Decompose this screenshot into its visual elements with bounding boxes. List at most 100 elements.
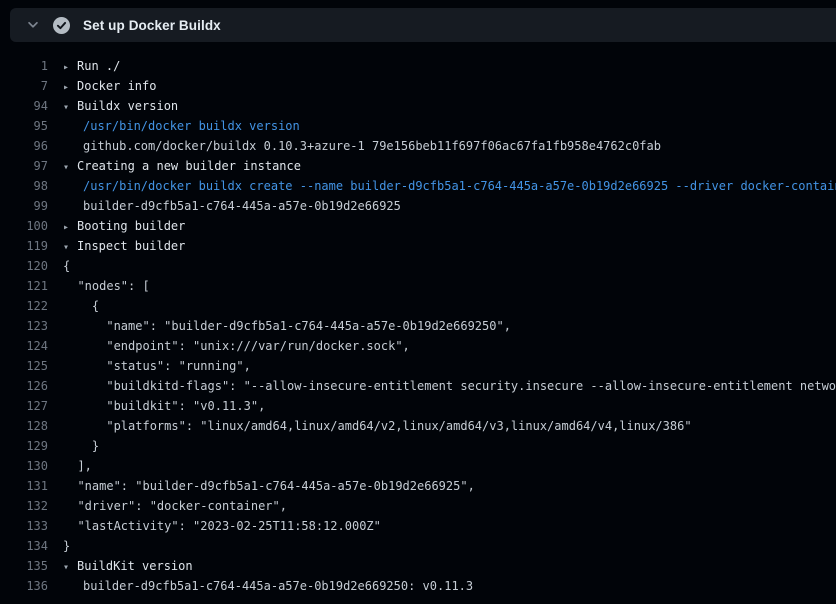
log-row: 124 "endpoint": "unix:///var/run/docker.… — [0, 336, 836, 356]
line-number[interactable]: 126 — [0, 376, 48, 396]
log-group-row[interactable]: 97 ▾ Creating a new builder instance — [0, 156, 836, 176]
log-row: 130 ], — [0, 456, 836, 476]
log-row: 133 "lastActivity": "2023-02-25T11:58:12… — [0, 516, 836, 536]
log-row: 121 "nodes": [ — [0, 276, 836, 296]
log-row: 128 "platforms": "linux/amd64,linux/amd6… — [0, 416, 836, 436]
disclosure-expanded-icon: ▾ — [63, 558, 71, 578]
log-text: { — [63, 256, 70, 276]
log-text: ▸ Booting builder — [63, 216, 185, 236]
disclosure-collapsed-icon: ▸ — [63, 218, 71, 238]
line-number[interactable]: 120 — [0, 256, 48, 276]
log-row: 126 "buildkitd-flags": "--allow-insecure… — [0, 376, 836, 396]
log-row: 125 "status": "running", — [0, 356, 836, 376]
log-text: "name": "builder-d9cfb5a1-c764-445a-a57e… — [63, 316, 511, 336]
step-title: Set up Docker Buildx — [83, 18, 221, 33]
log-text: builder-d9cfb5a1-c764-445a-a57e-0b19d2e6… — [63, 196, 401, 216]
log-text: { — [63, 296, 99, 316]
line-number[interactable]: 131 — [0, 476, 48, 496]
log-group-row[interactable]: 94 ▾ Buildx version — [0, 96, 836, 116]
log-container: 1 ▸ Run ./ 7 ▸ Docker info 94 ▾ Buildx version 95… — [0, 56, 836, 596]
log-row: 123 "name": "builder-d9cfb5a1-c764-445a-… — [0, 316, 836, 336]
log-text: } — [63, 436, 99, 456]
log-text: ▾ Creating a new builder instance — [63, 156, 301, 176]
line-number[interactable]: 129 — [0, 436, 48, 456]
disclosure-expanded-icon: ▾ — [63, 158, 71, 178]
disclosure-expanded-icon: ▾ — [63, 98, 71, 118]
log-text: ], — [63, 456, 92, 476]
line-number[interactable]: 132 — [0, 496, 48, 516]
line-number[interactable]: 97 — [0, 156, 48, 176]
line-number[interactable]: 133 — [0, 516, 48, 536]
line-number[interactable]: 119 — [0, 236, 48, 256]
command-text: /usr/bin/docker buildx version — [63, 116, 300, 136]
line-number[interactable]: 130 — [0, 456, 48, 476]
group-label: Buildx version — [77, 99, 178, 113]
line-number[interactable]: 95 — [0, 116, 48, 136]
line-number[interactable]: 98 — [0, 176, 48, 196]
log-row: 134} — [0, 536, 836, 556]
log-text: "lastActivity": "2023-02-25T11:58:12.000… — [63, 516, 381, 536]
check-circle-icon — [53, 17, 70, 34]
log-text: ▾ BuildKit version — [63, 556, 193, 576]
log-group-row[interactable]: 135 ▾ BuildKit version — [0, 556, 836, 576]
line-number[interactable]: 128 — [0, 416, 48, 436]
step-header[interactable]: Set up Docker Buildx — [10, 8, 836, 42]
log-text: ▾ Buildx version — [63, 96, 178, 116]
log-text: "status": "running", — [63, 356, 251, 376]
disclosure-collapsed-icon: ▸ — [63, 78, 71, 98]
log-group-row[interactable]: 119 ▾ Inspect builder — [0, 236, 836, 256]
log-row: 132 "driver": "docker-container", — [0, 496, 836, 516]
line-number[interactable]: 122 — [0, 296, 48, 316]
command-text: /usr/bin/docker buildx create --name bui… — [63, 176, 836, 196]
disclosure-collapsed-icon: ▸ — [63, 58, 71, 78]
line-number[interactable]: 96 — [0, 136, 48, 156]
line-number[interactable]: 121 — [0, 276, 48, 296]
log-group-row[interactable]: 100 ▸ Booting builder — [0, 216, 836, 236]
line-number[interactable]: 134 — [0, 536, 48, 556]
log-text: "driver": "docker-container", — [63, 496, 287, 516]
log-text: ▸ Docker info — [63, 76, 156, 96]
log-text: "buildkit": "v0.11.3", — [63, 396, 265, 416]
log-row: 95/usr/bin/docker buildx version — [0, 116, 836, 136]
line-number[interactable]: 7 — [0, 76, 48, 96]
disclosure-expanded-icon: ▾ — [63, 238, 71, 258]
log-row: 96 github.com/docker/buildx 0.10.3+azure-… — [0, 136, 836, 156]
line-number[interactable]: 123 — [0, 316, 48, 336]
log-text: } — [63, 536, 70, 556]
group-label: Creating a new builder instance — [77, 159, 301, 173]
group-label: Inspect builder — [77, 239, 185, 253]
log-row: 122 { — [0, 296, 836, 316]
log-text: builder-d9cfb5a1-c764-445a-a57e-0b19d2e6… — [63, 576, 473, 596]
log-row: 120 { — [0, 256, 836, 276]
log-text: ▸ Run ./ — [63, 56, 120, 76]
log-row: 127 "buildkit": "v0.11.3", — [0, 396, 836, 416]
log-row: 131 "name": "builder-d9cfb5a1-c764-445a-… — [0, 476, 836, 496]
group-label: Docker info — [77, 79, 156, 93]
line-number[interactable]: 136 — [0, 576, 48, 596]
log-row: 98/usr/bin/docker buildx create --name b… — [0, 176, 836, 196]
chevron-down-icon[interactable] — [26, 18, 40, 32]
line-number[interactable]: 94 — [0, 96, 48, 116]
log-row: 99 builder-d9cfb5a1-c764-445a-a57e-0b19d2… — [0, 196, 836, 216]
log-text: ▾ Inspect builder — [63, 236, 185, 256]
log-text: "endpoint": "unix:///var/run/docker.sock… — [63, 336, 410, 356]
group-label: Booting builder — [77, 219, 185, 233]
line-number[interactable]: 125 — [0, 356, 48, 376]
group-label: BuildKit version — [77, 559, 193, 573]
line-number[interactable]: 127 — [0, 396, 48, 416]
log-text: "buildkitd-flags": "--allow-insecure-ent… — [63, 376, 836, 396]
log-text: "platforms": "linux/amd64,linux/amd64/v2… — [63, 416, 692, 436]
line-number[interactable]: 99 — [0, 196, 48, 216]
line-number[interactable]: 124 — [0, 336, 48, 356]
log-text: "name": "builder-d9cfb5a1-c764-445a-a57e… — [63, 476, 475, 496]
line-number[interactable]: 100 — [0, 216, 48, 236]
line-number[interactable]: 135 — [0, 556, 48, 576]
group-label: Run ./ — [77, 59, 120, 73]
log-group-row[interactable]: 7 ▸ Docker info — [0, 76, 836, 96]
log-group-row[interactable]: 1 ▸ Run ./ — [0, 56, 836, 76]
log-row: 136 builder-d9cfb5a1-c764-445a-a57e-0b19d… — [0, 576, 836, 596]
log-text: github.com/docker/buildx 0.10.3+azure-1 … — [63, 136, 661, 156]
log-text: "nodes": [ — [63, 276, 150, 296]
line-number[interactable]: 1 — [0, 56, 48, 76]
log-row: 129 } — [0, 436, 836, 456]
